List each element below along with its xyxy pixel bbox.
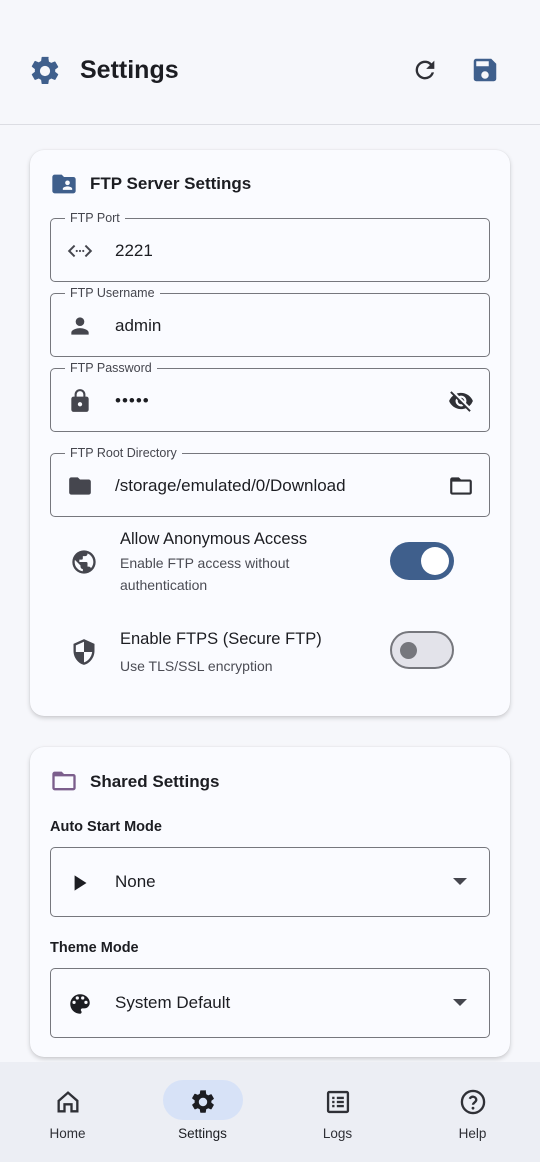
nav-label: Logs xyxy=(322,1126,353,1141)
gear-icon xyxy=(31,56,59,85)
ftp-root-directory-value: /storage/emulated/0/Download xyxy=(115,476,346,495)
shield-icon xyxy=(73,639,95,665)
nav-item-home[interactable]: Home xyxy=(0,1062,135,1162)
chevron-down-icon xyxy=(453,999,467,1006)
theme-mode-label: Theme Mode xyxy=(50,940,139,956)
ftp-port-value: 2221 xyxy=(115,241,153,260)
ftps-subtitle: Use TLS/SSL encryption xyxy=(120,658,273,674)
nav-item-logs[interactable]: Logs xyxy=(270,1062,405,1162)
ftps-row[interactable]: Enable FTPS (Secure FTP) Use TLS/SSL enc… xyxy=(50,630,490,690)
switch-knob xyxy=(421,547,449,575)
lock-icon xyxy=(71,389,89,412)
refresh-icon[interactable] xyxy=(411,56,439,84)
eye-off-icon[interactable] xyxy=(447,388,475,414)
ftp-password-label: FTP Password xyxy=(65,360,157,376)
ftp-password-field[interactable]: FTP Password ••••• xyxy=(50,360,490,432)
ftp-username-value: admin xyxy=(115,316,162,335)
home-icon xyxy=(57,1091,78,1113)
ftp-username-field[interactable]: FTP Username admin xyxy=(50,285,490,357)
nav-label: Settings xyxy=(178,1126,227,1141)
folder-open-icon[interactable] xyxy=(447,473,475,499)
switch-knob xyxy=(400,642,417,659)
ftp-port-field[interactable]: FTP Port 2221 xyxy=(50,210,490,282)
anonymous-access-title: Allow Anonymous Access xyxy=(120,530,308,548)
anonymous-access-subtitle: Enable FTP access without authentication xyxy=(120,555,290,593)
save-icon[interactable] xyxy=(470,55,500,85)
ftp-password-value: ••••• xyxy=(115,391,150,410)
shared-settings-title: Shared Settings xyxy=(90,772,220,791)
anonymous-access-row[interactable]: Allow Anonymous Access Enable FTP access… xyxy=(50,530,490,610)
nav-label: Help xyxy=(458,1126,487,1141)
help-icon xyxy=(460,1089,485,1115)
auto-start-select[interactable]: None xyxy=(50,847,490,917)
nav-item-help[interactable]: Help xyxy=(405,1062,540,1162)
play-icon xyxy=(74,875,87,891)
chevron-down-icon xyxy=(453,878,467,885)
ftp-username-label: FTP Username xyxy=(65,285,160,301)
list-icon xyxy=(326,1090,349,1114)
ftp-root-directory-label: FTP Root Directory xyxy=(65,445,182,461)
ftp-settings-title: FTP Server Settings xyxy=(90,174,252,193)
bottom-navigation: Home Settings Logs Help xyxy=(0,1062,540,1162)
palette-icon xyxy=(70,994,90,1014)
anonymous-access-switch[interactable] xyxy=(390,542,454,580)
nav-item-settings[interactable]: Settings xyxy=(135,1062,270,1162)
auto-start-value: None xyxy=(115,872,156,891)
auto-start-label: Auto Start Mode xyxy=(50,819,162,835)
code-arrows-icon xyxy=(67,244,93,258)
globe-icon xyxy=(72,550,96,574)
person-icon xyxy=(71,317,89,335)
shared-settings-card: Shared Settings Auto Start Mode None The… xyxy=(30,747,510,1057)
ftp-port-label: FTP Port xyxy=(65,210,125,226)
ftp-settings-card: FTP Server Settings FTP Port 2221 FTP Us… xyxy=(30,150,510,716)
page-title: Settings xyxy=(80,56,179,84)
theme-mode-value: System Default xyxy=(115,993,231,1012)
ftp-root-directory-field[interactable]: FTP Root Directory /storage/emulated/0/D… xyxy=(50,445,490,517)
ftps-switch[interactable] xyxy=(390,631,454,669)
ftps-title: Enable FTPS (Secure FTP) xyxy=(120,630,322,648)
app-bar: Settings xyxy=(0,0,540,125)
nav-label: Home xyxy=(49,1126,86,1141)
theme-mode-select[interactable]: System Default xyxy=(50,968,490,1038)
folder-icon xyxy=(69,477,91,495)
settings-icon xyxy=(191,1090,214,1113)
folder-outline-icon xyxy=(52,771,76,791)
folder-shared-icon xyxy=(52,174,76,194)
